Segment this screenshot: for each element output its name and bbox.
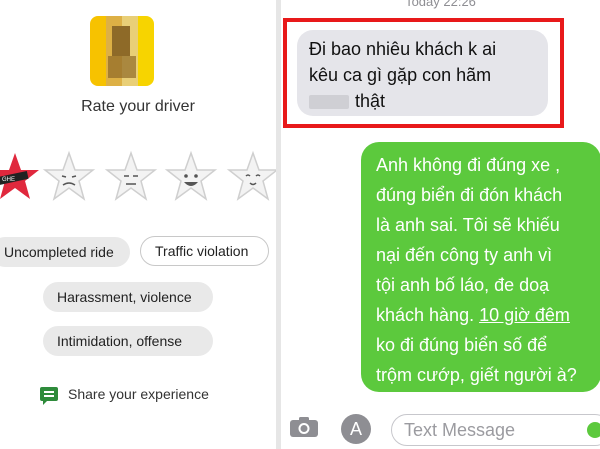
chat-icon	[40, 387, 58, 405]
received-bubble: Đi bao nhiêu khách k ai kêu ca gì gặp co…	[297, 30, 548, 116]
sent-line-4: nại đến công ty anh vì	[376, 245, 553, 265]
sent-line-2: đúng biển đi đón khách	[376, 185, 563, 205]
sent-line-6-row: khách hàng. 10 giờ đêm	[376, 300, 600, 330]
star-5-icon[interactable]	[226, 150, 276, 204]
sent-line-5: tội anh bố láo, đe doạ	[376, 275, 550, 295]
star-2-icon[interactable]	[42, 150, 96, 204]
app-store-icon[interactable]: A	[341, 414, 371, 444]
sent-line-7: ko đi đúng biển số để	[376, 335, 548, 355]
censored-block	[309, 95, 349, 110]
chip-uncompleted-ride[interactable]: Uncompleted ride	[0, 237, 130, 267]
star-1-icon[interactable]: GHE	[0, 150, 42, 204]
sent-line-6: khách hàng.	[376, 305, 480, 325]
text-message-input[interactable]: Text Message	[391, 414, 600, 446]
star-4-icon[interactable]	[164, 150, 218, 204]
sent-underlined-text[interactable]: 10 giờ đêm	[479, 305, 570, 325]
sent-line-3: là anh sai. Tôi sẽ khiếu	[376, 215, 560, 235]
received-line-3-row: thật	[309, 88, 536, 114]
chip-harassment-violence[interactable]: Harassment, violence	[43, 282, 213, 312]
message-composer: A Text Message	[281, 410, 600, 449]
received-line-1: Đi bao nhiêu khách k ai	[309, 39, 497, 59]
star-3-icon[interactable]	[104, 150, 158, 204]
chip-intimidation-offense[interactable]: Intimidation, offense	[43, 326, 213, 356]
star-badge-text: GHE	[2, 177, 15, 183]
share-experience-link[interactable]: Share your experience	[40, 386, 209, 405]
highlight-box: Đi bao nhiêu khách k ai kêu ca gì gặp co…	[283, 18, 564, 128]
camera-icon[interactable]	[289, 416, 319, 438]
driver-avatar	[90, 16, 154, 86]
rating-panel: Rate your driver GHE Uncompleted ride Tr…	[0, 0, 276, 449]
message-thread: Today 22:26 Đi bao nhiêu khách k ai kêu …	[281, 0, 600, 449]
chip-traffic-violation[interactable]: Traffic violation	[140, 236, 269, 266]
received-line-3: thật	[355, 91, 386, 111]
sent-bubble: Anh không đi đúng xe , đúng biển đi đón …	[361, 142, 600, 392]
share-label: Share your experience	[68, 386, 209, 402]
sent-line-1: Anh không đi đúng xe ,	[376, 155, 561, 175]
sent-line-8: trộm cướp, giết người à?	[376, 365, 577, 385]
timestamp: Today 22:26	[405, 0, 476, 9]
rate-your-driver-title: Rate your driver	[81, 98, 195, 115]
received-line-2: kêu ca gì gặp con hãm	[309, 65, 492, 85]
send-button[interactable]	[587, 422, 600, 438]
